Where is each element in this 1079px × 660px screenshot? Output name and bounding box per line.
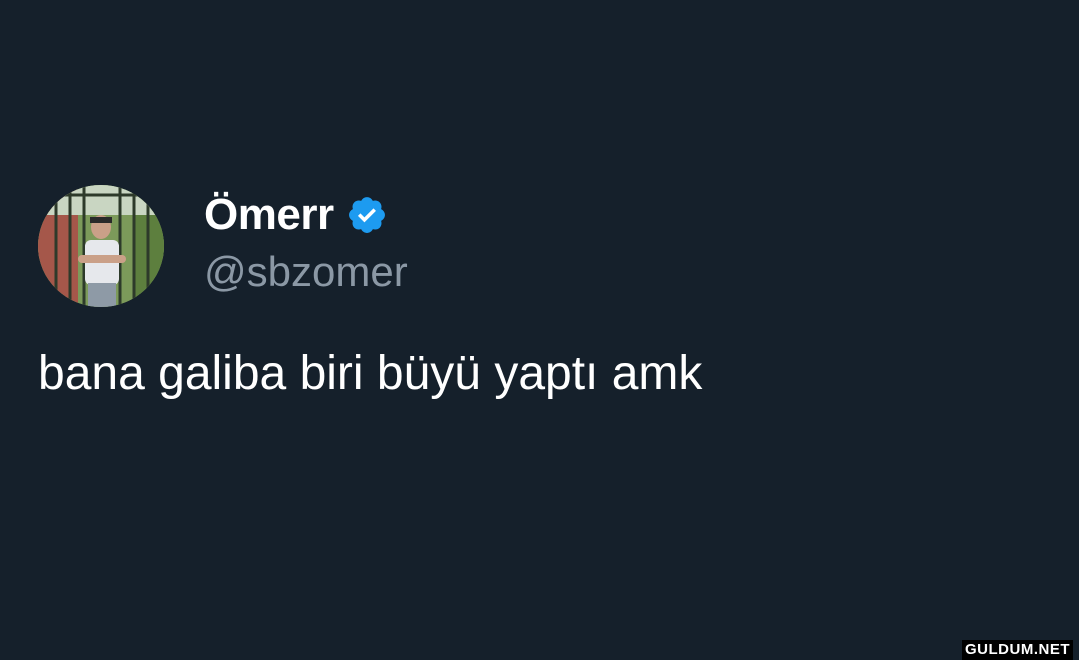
tweet-card: Ömerr @sbzomer bana galiba biri büyü yap…	[0, 0, 1079, 660]
verified-badge-icon	[346, 194, 388, 236]
user-handle[interactable]: @sbzomer	[204, 247, 408, 297]
user-name-row: Ömerr	[204, 190, 388, 240]
avatar-photo	[38, 185, 164, 307]
site-watermark: GULDUM.NET	[962, 640, 1073, 660]
tweet-text: bana galiba biri büyü yaptı amk	[38, 347, 703, 400]
avatar[interactable]	[38, 185, 164, 307]
display-name[interactable]: Ömerr	[204, 190, 334, 240]
